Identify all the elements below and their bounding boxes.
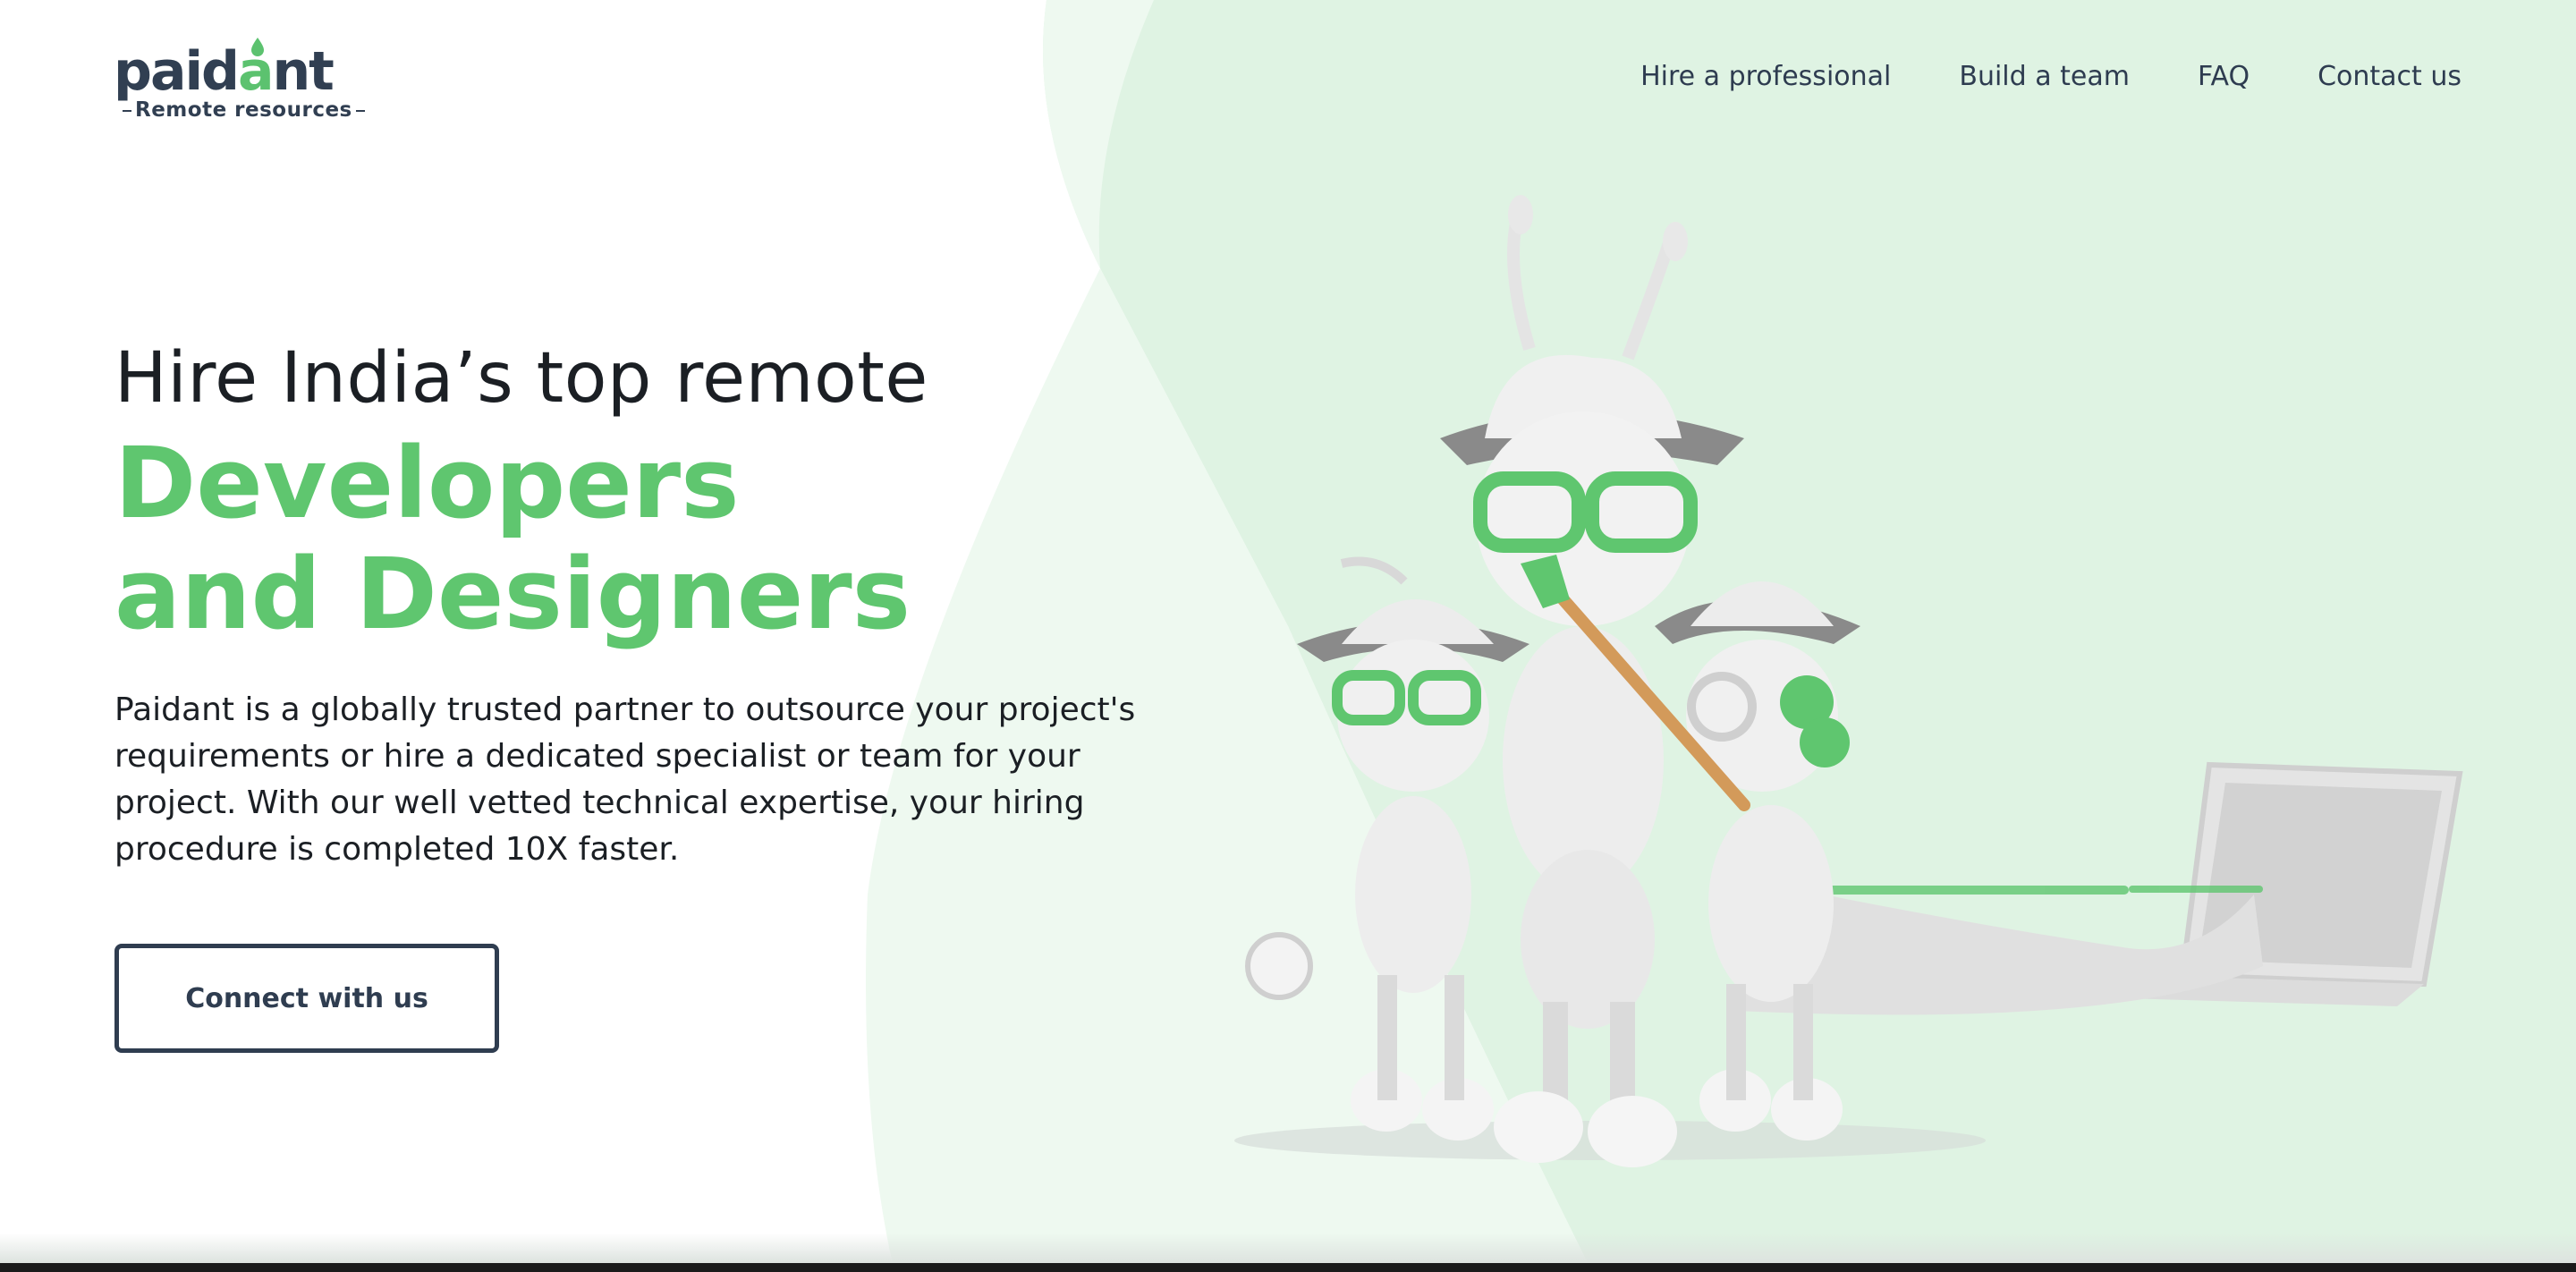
- hero-pretitle: Hire India’s top remote: [114, 338, 928, 419]
- connect-button[interactable]: Connect with us: [114, 944, 499, 1053]
- nav-contact[interactable]: Contact us: [2318, 61, 2462, 92]
- logo-tagline: Remote resources: [119, 98, 369, 122]
- nav-faq[interactable]: FAQ: [2198, 61, 2250, 92]
- logo-wordmark: paidant: [114, 40, 335, 103]
- window-bottom-edge: [0, 1263, 2576, 1272]
- ant-team-illustration: [1234, 195, 2463, 1167]
- page: paidant Remote resources Hire a professi…: [0, 0, 2576, 1272]
- nav-build-team[interactable]: Build a team: [1959, 61, 2130, 92]
- logo[interactable]: paidant Remote resources: [114, 38, 365, 127]
- hero-title: Developers and Designers: [114, 426, 911, 651]
- section-divider: [0, 1225, 2576, 1263]
- nav-hire-professional[interactable]: Hire a professional: [1640, 61, 1891, 92]
- hero-description: Paidant is a globally trusted partner to…: [114, 691, 1136, 868]
- main-nav: Hire a professional Build a team FAQ Con…: [1640, 61, 2462, 92]
- leaf-icon: [251, 38, 264, 56]
